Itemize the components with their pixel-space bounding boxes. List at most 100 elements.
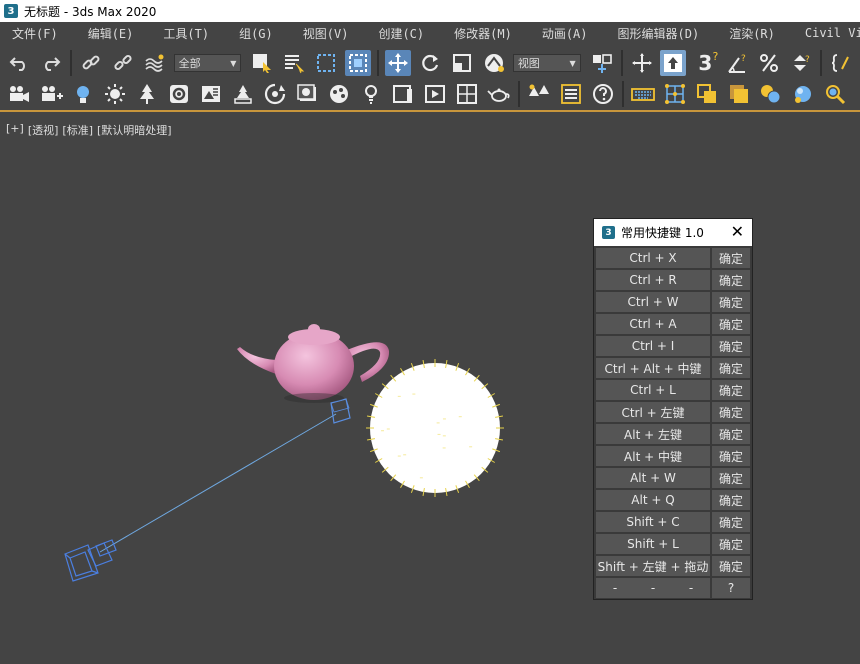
- pivot-center-icon[interactable]: [589, 50, 615, 76]
- confirm-button[interactable]: 确定: [712, 512, 750, 532]
- keyboard-icon[interactable]: [630, 81, 656, 107]
- confirm-button[interactable]: 确定: [712, 380, 750, 400]
- layers-icon[interactable]: [726, 81, 752, 107]
- confirm-button[interactable]: 确定: [712, 534, 750, 554]
- camera-add-icon[interactable]: [38, 81, 64, 107]
- undo-icon[interactable]: [6, 50, 32, 76]
- menu-view[interactable]: 视图(V): [291, 25, 349, 42]
- list-panel-icon[interactable]: [558, 81, 584, 107]
- menu-create[interactable]: 创建(C): [366, 25, 424, 42]
- 3dsmax-app-icon[interactable]: 3: [4, 4, 18, 18]
- render-setup-icon[interactable]: [166, 81, 192, 107]
- select-object-icon[interactable]: [249, 50, 275, 76]
- active-shade-icon[interactable]: [358, 81, 384, 107]
- sphere-object[interactable]: [366, 359, 504, 497]
- shortcut-key-button[interactable]: Alt + W: [596, 468, 710, 488]
- confirm-button[interactable]: 确定: [712, 270, 750, 290]
- light-bulb-icon[interactable]: [70, 81, 96, 107]
- shortcut-key-button[interactable]: Ctrl + Alt + 中键: [596, 358, 710, 378]
- edit-named-selection-icon[interactable]: [828, 50, 854, 76]
- rendered-frame-window-icon[interactable]: [294, 81, 320, 107]
- menu-modifiers[interactable]: 修改器(M): [442, 25, 512, 42]
- menu-animation[interactable]: 动画(A): [530, 25, 588, 42]
- shortcut-key-button[interactable]: Ctrl + I: [596, 336, 710, 356]
- confirm-button[interactable]: 确定: [712, 314, 750, 334]
- footer-slot[interactable]: -: [613, 581, 617, 595]
- material-sphere-icon[interactable]: [790, 81, 816, 107]
- shortcut-key-button[interactable]: Alt + 左键: [596, 424, 710, 444]
- select-by-name-icon[interactable]: [281, 50, 307, 76]
- render-production-icon[interactable]: [262, 81, 288, 107]
- shortcut-key-button[interactable]: Shift + 左键 + 拖动: [596, 556, 710, 576]
- unlink-icon[interactable]: [110, 50, 136, 76]
- scatter-trees-icon[interactable]: [526, 81, 552, 107]
- teapot-object[interactable]: [237, 324, 389, 403]
- help-icon[interactable]: [590, 81, 616, 107]
- material-balls-icon[interactable]: [758, 81, 784, 107]
- confirm-button[interactable]: 确定: [712, 424, 750, 444]
- video-camera-icon[interactable]: [6, 81, 32, 107]
- render-frame-icon[interactable]: [230, 81, 256, 107]
- menu-graph-editors[interactable]: 图形编辑器(D): [606, 25, 700, 42]
- menu-rendering[interactable]: 渲染(R): [717, 25, 775, 42]
- sun-light-icon[interactable]: [102, 81, 128, 107]
- shortcut-key-button[interactable]: Alt + 中键: [596, 446, 710, 466]
- window-crossing-icon[interactable]: [345, 50, 371, 76]
- render-iterative-icon[interactable]: [422, 81, 448, 107]
- confirm-button[interactable]: 确定: [712, 490, 750, 510]
- menu-file[interactable]: 文件(F): [0, 25, 58, 42]
- select-and-move-icon[interactable]: [385, 50, 411, 76]
- shortcut-key-button[interactable]: Ctrl + R: [596, 270, 710, 290]
- align-boxes-icon[interactable]: [694, 81, 720, 107]
- material-editor-icon[interactable]: [198, 81, 224, 107]
- grid-dots-icon[interactable]: [662, 81, 688, 107]
- shortcut-key-button[interactable]: Ctrl + W: [596, 292, 710, 312]
- magnify-icon[interactable]: [822, 81, 848, 107]
- camera-target-object[interactable]: [331, 399, 350, 423]
- footer-slot[interactable]: -: [689, 581, 693, 595]
- help-button[interactable]: ?: [712, 578, 750, 598]
- select-and-scale-icon[interactable]: [449, 50, 475, 76]
- teapot-icon[interactable]: [486, 81, 512, 107]
- reference-coordinate-dropdown[interactable]: 视图 ▼: [513, 54, 581, 72]
- menu-group[interactable]: 组(G): [227, 25, 273, 42]
- percent-snap-icon[interactable]: [756, 50, 782, 76]
- link-icon[interactable]: [78, 50, 104, 76]
- confirm-button[interactable]: 确定: [712, 292, 750, 312]
- confirm-button[interactable]: 确定: [712, 446, 750, 466]
- confirm-button[interactable]: 确定: [712, 248, 750, 268]
- spinner-snap-icon[interactable]: ?: [788, 50, 814, 76]
- foliage-tree-icon[interactable]: [134, 81, 160, 107]
- rectangular-selection-icon[interactable]: [313, 50, 339, 76]
- footer-slot[interactable]: -: [651, 581, 655, 595]
- confirm-button[interactable]: 确定: [712, 336, 750, 356]
- environment-icon[interactable]: [326, 81, 352, 107]
- confirm-button[interactable]: 确定: [712, 402, 750, 422]
- viewport-window-icon[interactable]: [390, 81, 416, 107]
- close-icon[interactable]: ✕: [731, 224, 744, 240]
- shortcut-key-button[interactable]: Ctrl + L: [596, 380, 710, 400]
- bind-space-warp-icon[interactable]: [142, 50, 168, 76]
- shortcut-key-button[interactable]: Alt + Q: [596, 490, 710, 510]
- select-and-place-icon[interactable]: [481, 50, 507, 76]
- selection-filter-dropdown[interactable]: 全部 ▼: [174, 54, 242, 72]
- snaps-toggle-icon[interactable]: 3?: [692, 50, 718, 76]
- dialog-title-bar[interactable]: 3 常用快捷键 1.0 ✕: [594, 219, 752, 246]
- shortcut-key-button[interactable]: Shift + L: [596, 534, 710, 554]
- menu-civil-view[interactable]: Civil View: [793, 26, 860, 40]
- confirm-button[interactable]: 确定: [712, 556, 750, 576]
- shortcut-key-button[interactable]: Ctrl + 左键: [596, 402, 710, 422]
- confirm-button[interactable]: 确定: [712, 358, 750, 378]
- keyboard-shortcut-override-icon[interactable]: [660, 50, 686, 76]
- shortcut-key-button[interactable]: Ctrl + A: [596, 314, 710, 334]
- shortcut-key-button[interactable]: Ctrl + X: [596, 248, 710, 268]
- select-manipulate-icon[interactable]: [629, 50, 655, 76]
- confirm-button[interactable]: 确定: [712, 468, 750, 488]
- menu-edit[interactable]: 编辑(E): [76, 25, 134, 42]
- shortcut-key-button[interactable]: Shift + C: [596, 512, 710, 532]
- redo-icon[interactable]: [38, 50, 64, 76]
- menu-tools[interactable]: 工具(T): [151, 25, 209, 42]
- safe-frame-icon[interactable]: [454, 81, 480, 107]
- camera-object[interactable]: [65, 540, 116, 581]
- angle-snap-icon[interactable]: ?: [724, 50, 750, 76]
